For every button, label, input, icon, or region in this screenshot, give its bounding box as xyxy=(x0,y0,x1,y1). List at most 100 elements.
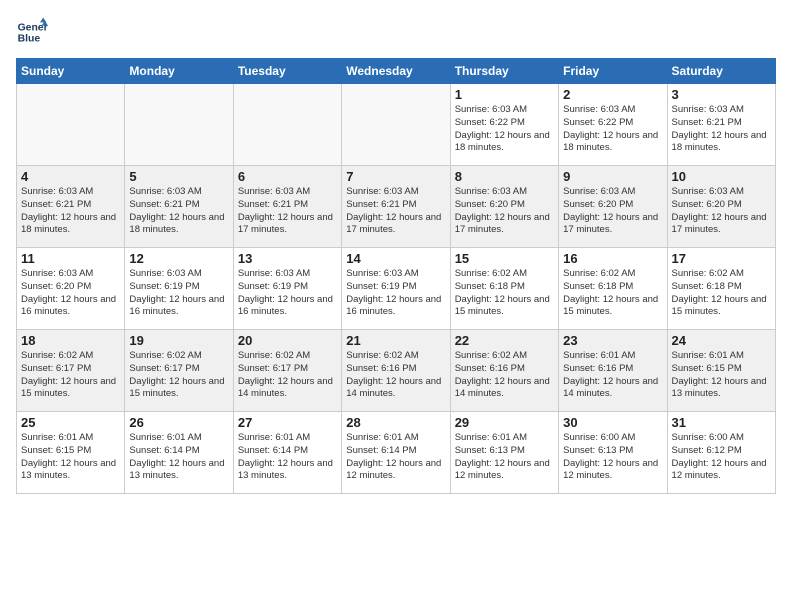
calendar-cell: 1 Sunrise: 6:03 AM Sunset: 6:22 PM Daylig… xyxy=(450,84,558,166)
calendar-cell: 19Sunrise: 6:02 AM Sunset: 6:17 PM Dayli… xyxy=(125,330,233,412)
day-info: Sunrise: 6:02 AM Sunset: 6:16 PM Dayligh… xyxy=(455,350,554,401)
day-info: Sunrise: 6:03 AM Sunset: 6:21 PM Dayligh… xyxy=(129,186,228,237)
day-info: Sunrise: 6:03 AM Sunset: 6:20 PM Dayligh… xyxy=(21,268,120,319)
calendar-cell: 29Sunrise: 6:01 AM Sunset: 6:13 PM Dayli… xyxy=(450,412,558,494)
day-info: Sunrise: 6:03 AM Sunset: 6:21 PM Dayligh… xyxy=(21,186,120,237)
calendar-cell: 3 Sunrise: 6:03 AM Sunset: 6:21 PM Daylig… xyxy=(667,84,775,166)
day-number: 5 xyxy=(129,169,228,184)
calendar-cell: 22 Sunrise: 6:02 AM Sunset: 6:16 PM Dayli… xyxy=(450,330,558,412)
calendar-body: 1 Sunrise: 6:03 AM Sunset: 6:22 PM Daylig… xyxy=(17,84,776,494)
day-info: Sunrise: 6:03 AM Sunset: 6:19 PM Dayligh… xyxy=(129,268,228,319)
calendar-cell: 14 Sunrise: 6:03 AM Sunset: 6:19 PM Dayli… xyxy=(342,248,450,330)
day-header-tuesday: Tuesday xyxy=(233,59,341,84)
calendar-cell xyxy=(342,84,450,166)
calendar-cell: 23Sunrise: 6:01 AM Sunset: 6:16 PM Dayli… xyxy=(559,330,667,412)
day-info: Sunrise: 6:00 AM Sunset: 6:13 PM Dayligh… xyxy=(563,432,662,483)
calendar-cell: 31Sunrise: 6:00 AM Sunset: 6:12 PM Dayli… xyxy=(667,412,775,494)
day-info: Sunrise: 6:02 AM Sunset: 6:18 PM Dayligh… xyxy=(563,268,662,319)
day-number: 8 xyxy=(455,169,554,184)
day-number: 2 xyxy=(563,87,662,102)
calendar: SundayMondayTuesdayWednesdayThursdayFrid… xyxy=(16,58,776,494)
calendar-cell xyxy=(125,84,233,166)
day-info: Sunrise: 6:02 AM Sunset: 6:16 PM Dayligh… xyxy=(346,350,445,401)
calendar-cell: 16 Sunrise: 6:02 AM Sunset: 6:18 PM Dayli… xyxy=(559,248,667,330)
day-number: 27 xyxy=(238,415,337,430)
day-number: 15 xyxy=(455,251,554,266)
day-info: Sunrise: 6:02 AM Sunset: 6:18 PM Dayligh… xyxy=(672,268,771,319)
calendar-cell xyxy=(233,84,341,166)
week-row-2: 4 Sunrise: 6:03 AM Sunset: 6:21 PM Daylig… xyxy=(17,166,776,248)
day-header-thursday: Thursday xyxy=(450,59,558,84)
day-number: 17 xyxy=(672,251,771,266)
day-number: 28 xyxy=(346,415,445,430)
day-info: Sunrise: 6:01 AM Sunset: 6:15 PM Dayligh… xyxy=(21,432,120,483)
calendar-cell: 11 Sunrise: 6:03 AM Sunset: 6:20 PM Dayli… xyxy=(17,248,125,330)
week-row-3: 11 Sunrise: 6:03 AM Sunset: 6:20 PM Dayli… xyxy=(17,248,776,330)
calendar-cell: 25 Sunrise: 6:01 AM Sunset: 6:15 PM Dayli… xyxy=(17,412,125,494)
day-number: 26 xyxy=(129,415,228,430)
day-number: 31 xyxy=(672,415,771,430)
calendar-header-row: SundayMondayTuesdayWednesdayThursdayFrid… xyxy=(17,59,776,84)
day-number: 9 xyxy=(563,169,662,184)
day-info: Sunrise: 6:03 AM Sunset: 6:21 PM Dayligh… xyxy=(346,186,445,237)
day-header-sunday: Sunday xyxy=(17,59,125,84)
calendar-cell: 26 Sunrise: 6:01 AM Sunset: 6:14 PM Dayli… xyxy=(125,412,233,494)
calendar-cell: 9 Sunrise: 6:03 AM Sunset: 6:20 PM Daylig… xyxy=(559,166,667,248)
calendar-cell xyxy=(17,84,125,166)
day-number: 21 xyxy=(346,333,445,348)
day-info: Sunrise: 6:01 AM Sunset: 6:15 PM Dayligh… xyxy=(672,350,771,401)
day-number: 25 xyxy=(21,415,120,430)
day-number: 20 xyxy=(238,333,337,348)
day-number: 1 xyxy=(455,87,554,102)
calendar-cell: 6 Sunrise: 6:03 AM Sunset: 6:21 PM Daylig… xyxy=(233,166,341,248)
day-info: Sunrise: 6:03 AM Sunset: 6:22 PM Dayligh… xyxy=(563,104,662,155)
day-info: Sunrise: 6:03 AM Sunset: 6:20 PM Dayligh… xyxy=(672,186,771,237)
day-header-monday: Monday xyxy=(125,59,233,84)
day-number: 6 xyxy=(238,169,337,184)
day-info: Sunrise: 6:03 AM Sunset: 6:20 PM Dayligh… xyxy=(455,186,554,237)
day-info: Sunrise: 6:01 AM Sunset: 6:14 PM Dayligh… xyxy=(238,432,337,483)
day-info: Sunrise: 6:03 AM Sunset: 6:21 PM Dayligh… xyxy=(238,186,337,237)
day-number: 30 xyxy=(563,415,662,430)
calendar-cell: 12Sunrise: 6:03 AM Sunset: 6:19 PM Dayli… xyxy=(125,248,233,330)
day-info: Sunrise: 6:03 AM Sunset: 6:22 PM Dayligh… xyxy=(455,104,554,155)
svg-text:Blue: Blue xyxy=(18,34,41,45)
day-info: Sunrise: 6:01 AM Sunset: 6:14 PM Dayligh… xyxy=(346,432,445,483)
day-header-saturday: Saturday xyxy=(667,59,775,84)
day-number: 24 xyxy=(672,333,771,348)
day-info: Sunrise: 6:02 AM Sunset: 6:17 PM Dayligh… xyxy=(238,350,337,401)
calendar-cell: 30 Sunrise: 6:00 AM Sunset: 6:13 PM Dayli… xyxy=(559,412,667,494)
calendar-cell: 10 Sunrise: 6:03 AM Sunset: 6:20 PM Dayli… xyxy=(667,166,775,248)
day-header-friday: Friday xyxy=(559,59,667,84)
header: General Blue xyxy=(16,16,776,48)
day-info: Sunrise: 6:01 AM Sunset: 6:16 PM Dayligh… xyxy=(563,350,662,401)
calendar-cell: 8 Sunrise: 6:03 AM Sunset: 6:20 PM Daylig… xyxy=(450,166,558,248)
day-info: Sunrise: 6:02 AM Sunset: 6:18 PM Dayligh… xyxy=(455,268,554,319)
day-number: 16 xyxy=(563,251,662,266)
calendar-cell: 13Sunrise: 6:03 AM Sunset: 6:19 PM Dayli… xyxy=(233,248,341,330)
calendar-cell: 20 Sunrise: 6:02 AM Sunset: 6:17 PM Dayli… xyxy=(233,330,341,412)
day-info: Sunrise: 6:03 AM Sunset: 6:19 PM Dayligh… xyxy=(346,268,445,319)
calendar-cell: 4 Sunrise: 6:03 AM Sunset: 6:21 PM Daylig… xyxy=(17,166,125,248)
day-number: 7 xyxy=(346,169,445,184)
day-info: Sunrise: 6:01 AM Sunset: 6:13 PM Dayligh… xyxy=(455,432,554,483)
day-number: 4 xyxy=(21,169,120,184)
calendar-cell: 2 Sunrise: 6:03 AM Sunset: 6:22 PM Daylig… xyxy=(559,84,667,166)
calendar-cell: 27 Sunrise: 6:01 AM Sunset: 6:14 PM Dayli… xyxy=(233,412,341,494)
calendar-cell: 5 Sunrise: 6:03 AM Sunset: 6:21 PM Daylig… xyxy=(125,166,233,248)
logo: General Blue xyxy=(16,16,48,48)
day-info: Sunrise: 6:03 AM Sunset: 6:21 PM Dayligh… xyxy=(672,104,771,155)
day-number: 13 xyxy=(238,251,337,266)
day-info: Sunrise: 6:03 AM Sunset: 6:20 PM Dayligh… xyxy=(563,186,662,237)
day-number: 3 xyxy=(672,87,771,102)
day-number: 11 xyxy=(21,251,120,266)
day-number: 10 xyxy=(672,169,771,184)
day-number: 22 xyxy=(455,333,554,348)
day-number: 18 xyxy=(21,333,120,348)
day-info: Sunrise: 6:01 AM Sunset: 6:14 PM Dayligh… xyxy=(129,432,228,483)
page: General Blue SundayMondayTuesdayWednesda… xyxy=(0,0,792,612)
calendar-cell: 7 Sunrise: 6:03 AM Sunset: 6:21 PM Daylig… xyxy=(342,166,450,248)
calendar-cell: 21 Sunrise: 6:02 AM Sunset: 6:16 PM Dayli… xyxy=(342,330,450,412)
day-number: 14 xyxy=(346,251,445,266)
week-row-4: 18 Sunrise: 6:02 AM Sunset: 6:17 PM Dayli… xyxy=(17,330,776,412)
